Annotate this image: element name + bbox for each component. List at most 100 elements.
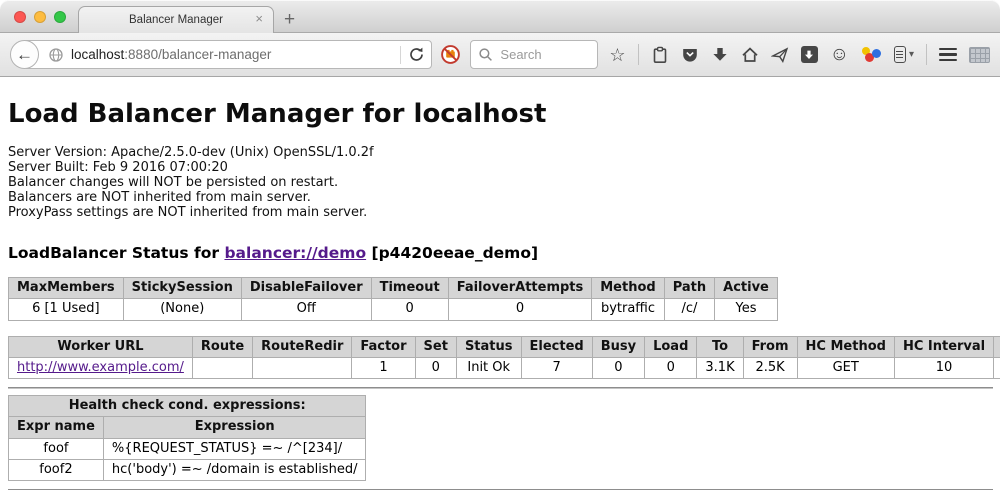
- search-icon: [478, 47, 493, 62]
- table-header-row: MaxMembers StickySession DisableFailover…: [9, 278, 778, 299]
- cell-disablefailover: Off: [241, 299, 371, 320]
- proxypass-notice-line: ProxyPass settings are NOT inherited fro…: [8, 205, 1000, 220]
- table-row: foof2 hc('body') =~ /domain is establish…: [9, 459, 366, 480]
- page-title: Load Balancer Manager for localhost: [8, 99, 1000, 129]
- cell-expr-name: foof2: [9, 459, 104, 480]
- search-bar[interactable]: [470, 40, 598, 69]
- window-controls: [14, 11, 66, 23]
- url-bar[interactable]: localhost:8880/balancer-manager: [23, 40, 432, 69]
- col-failoverattempts: FailoverAttempts: [448, 278, 592, 299]
- col-worker-url: Worker URL: [9, 336, 193, 357]
- globe-icon: [48, 47, 64, 63]
- url-host: localhost: [71, 47, 124, 62]
- col-timeout: Timeout: [371, 278, 448, 299]
- minimize-window-button[interactable]: [34, 11, 46, 23]
- col-method: Method: [592, 278, 664, 299]
- reading-list-icon[interactable]: [651, 46, 669, 64]
- tab-close-icon[interactable]: ×: [255, 12, 263, 25]
- chevron-down-icon[interactable]: ▾: [909, 50, 914, 60]
- tab-title: Balancer Manager: [129, 14, 223, 26]
- tab-mosaic-icon[interactable]: [969, 47, 990, 63]
- cell-set: 0: [415, 357, 456, 378]
- cell-routeredir: [253, 357, 352, 378]
- col-routeredir: RouteRedir: [253, 336, 352, 357]
- cell-worker-url: http://www.example.com/: [9, 357, 193, 378]
- col-from: From: [743, 336, 797, 357]
- col-disablefailover: DisableFailover: [241, 278, 371, 299]
- balancers-notice-line: Balancers are NOT inherited from main se…: [8, 190, 1000, 205]
- downloadhelper-icon[interactable]: [861, 46, 882, 63]
- cell-busy: 0: [592, 357, 644, 378]
- cell-passes: 1 (0): [994, 357, 1000, 378]
- server-info: Server Version: Apache/2.5.0-dev (Unix) …: [8, 145, 1000, 220]
- cell-to: 3.1K: [697, 357, 743, 378]
- pocket-icon[interactable]: [681, 46, 699, 64]
- cell-expr-name: foof: [9, 438, 104, 459]
- cell-expression: hc('body') =~ /domain is established/: [103, 459, 366, 480]
- worker-url-link[interactable]: http://www.example.com/: [17, 360, 184, 375]
- health-check-table: Health check cond. expressions: Expr nam…: [8, 395, 366, 481]
- page-content: Load Balancer Manager for localhost Serv…: [0, 77, 1000, 490]
- cell-stickysession: (None): [123, 299, 241, 320]
- server-built-line: Server Built: Feb 9 2016 07:00:20: [8, 160, 1000, 175]
- send-tab-icon[interactable]: [771, 46, 789, 64]
- balancer-status-heading: LoadBalancer Status for balancer://demo …: [8, 244, 1000, 262]
- emoji-extension-icon[interactable]: ☺: [830, 45, 849, 64]
- extension-download-icon[interactable]: [801, 46, 818, 63]
- reload-icon[interactable]: [408, 46, 425, 63]
- balancer-settings-table: MaxMembers StickySession DisableFailover…: [8, 277, 778, 321]
- cell-method: bytraffic: [592, 299, 664, 320]
- balancer-demo-link[interactable]: balancer://demo: [224, 244, 366, 262]
- col-expr-name: Expr name: [9, 417, 104, 438]
- col-hc-interval: HC Interval: [894, 336, 993, 357]
- plugin-blocked-icon[interactable]: [440, 44, 461, 65]
- cell-from: 2.5K: [743, 357, 797, 378]
- col-to: To: [697, 336, 743, 357]
- browser-window: Balancer Manager × + ← localhost:8880/ba…: [0, 0, 1000, 491]
- tab-balancer-manager[interactable]: Balancer Manager ×: [78, 6, 274, 33]
- bottom-divider: [8, 489, 993, 490]
- col-factor: Factor: [352, 336, 415, 357]
- toolbar-divider: [638, 44, 639, 65]
- col-active: Active: [715, 278, 778, 299]
- home-icon[interactable]: [741, 46, 759, 64]
- zoom-window-button[interactable]: [54, 11, 66, 23]
- col-expression: Expression: [103, 417, 366, 438]
- col-status: Status: [456, 336, 521, 357]
- search-input[interactable]: [498, 46, 590, 63]
- cell-timeout: 0: [371, 299, 448, 320]
- cell-load: 0: [645, 357, 697, 378]
- cell-status: Init Ok: [456, 357, 521, 378]
- col-path: Path: [664, 278, 714, 299]
- col-stickysession: StickySession: [123, 278, 241, 299]
- col-passes: Passes: [994, 336, 1000, 357]
- cell-hc-method: GET: [797, 357, 894, 378]
- table-row: 6 [1 Used] (None) Off 0 0 bytraffic /c/ …: [9, 299, 778, 320]
- downloads-icon[interactable]: [711, 46, 729, 64]
- server-version-line: Server Version: Apache/2.5.0-dev (Unix) …: [8, 145, 1000, 160]
- table-title-row: Health check cond. expressions:: [9, 396, 366, 417]
- back-button[interactable]: ←: [10, 40, 39, 69]
- cell-hc-interval: 10: [894, 357, 993, 378]
- navigation-toolbar: ← localhost:8880/balancer-manager ☆: [0, 33, 1000, 77]
- cell-route: [192, 357, 252, 378]
- toolbar-divider: [926, 44, 927, 65]
- cell-factor: 1: [352, 357, 415, 378]
- close-window-button[interactable]: [14, 11, 26, 23]
- bookmark-star-icon[interactable]: ☆: [609, 46, 625, 64]
- col-load: Load: [645, 336, 697, 357]
- worker-table: Worker URL Route RouteRedir Factor Set S…: [8, 336, 1000, 380]
- persist-notice-line: Balancer changes will NOT be persisted o…: [8, 175, 1000, 190]
- col-set: Set: [415, 336, 456, 357]
- battery-extension-icon[interactable]: [894, 46, 906, 63]
- menu-icon[interactable]: [939, 48, 957, 62]
- url-path: :8880/balancer-manager: [124, 47, 271, 62]
- col-busy: Busy: [592, 336, 644, 357]
- col-elected: Elected: [521, 336, 592, 357]
- new-tab-button[interactable]: +: [284, 10, 295, 29]
- cell-expression: %{REQUEST_STATUS} =~ /^[234]/: [103, 438, 366, 459]
- cell-maxmembers: 6 [1 Used]: [9, 299, 124, 320]
- toolbar-buttons: ☆ ☺ ▾: [609, 44, 990, 65]
- cell-active: Yes: [715, 299, 778, 320]
- section-divider: [8, 387, 993, 389]
